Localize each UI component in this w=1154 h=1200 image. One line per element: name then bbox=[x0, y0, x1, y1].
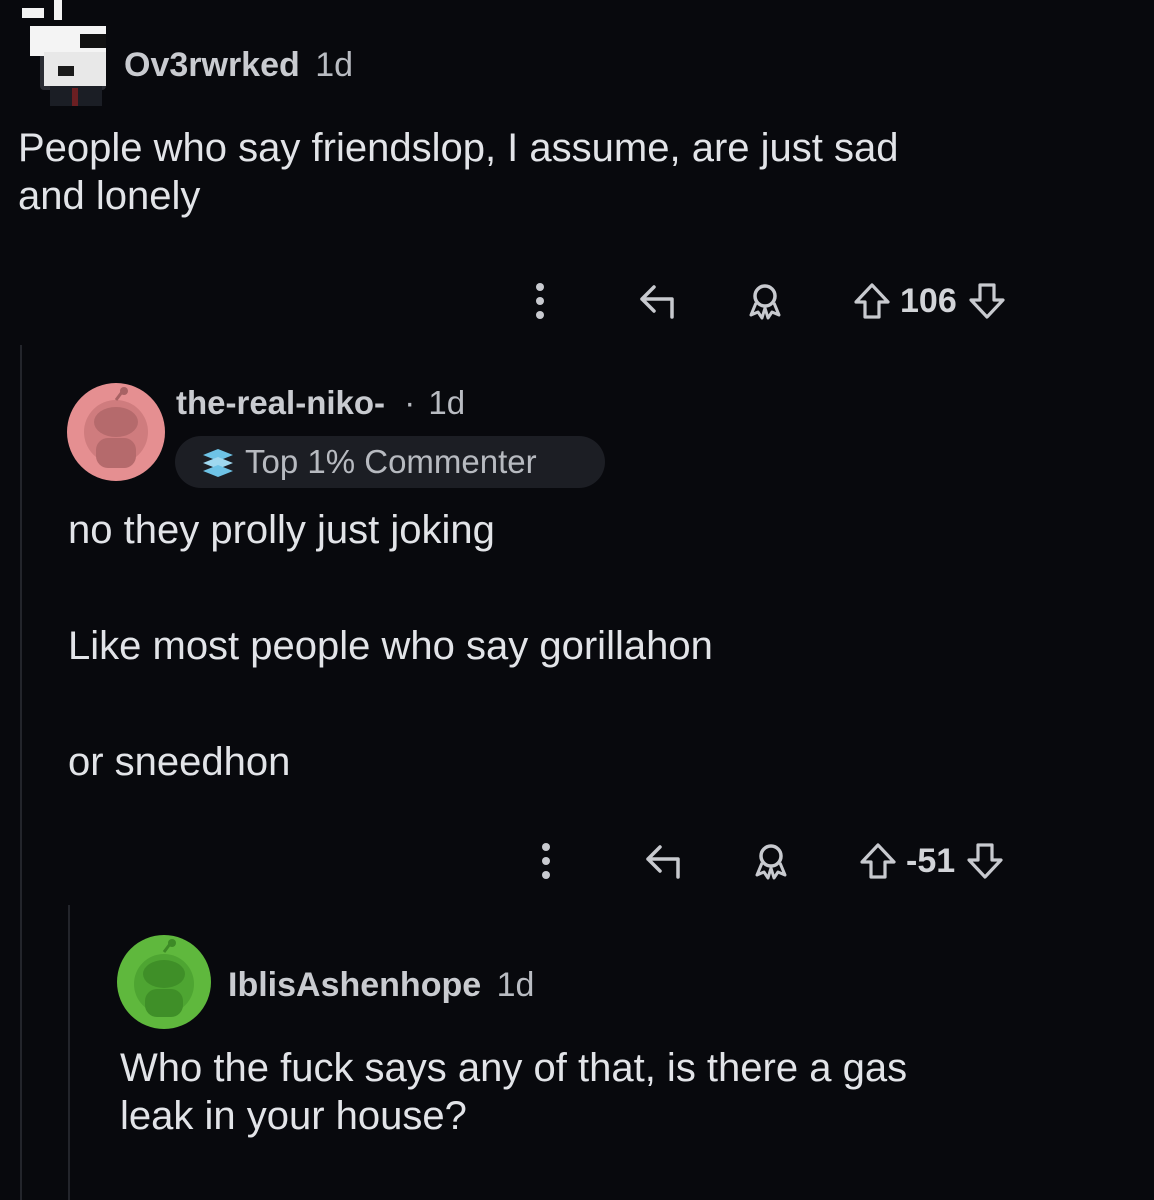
downvote-button[interactable] bbox=[963, 841, 1007, 881]
comment-body: Who the fuck says any of that, is there … bbox=[120, 1044, 1120, 1140]
username[interactable]: Ov3rwrked bbox=[124, 46, 300, 84]
more-vertical-icon bbox=[536, 283, 544, 319]
more-vertical-icon bbox=[542, 843, 550, 879]
comment-line: no they prolly just joking bbox=[68, 508, 495, 552]
award-icon bbox=[749, 284, 781, 320]
downvote-button[interactable] bbox=[965, 281, 1009, 321]
downvote-arrow-icon bbox=[967, 843, 1003, 879]
thread-line bbox=[20, 345, 22, 1200]
comment-body: no they prolly just joking Like most peo… bbox=[68, 506, 1118, 786]
commenter-badge-icon bbox=[203, 449, 233, 477]
avatar[interactable] bbox=[116, 934, 212, 1035]
award-button[interactable] bbox=[746, 841, 796, 881]
comment-header: the-real-niko- · 1d bbox=[176, 384, 465, 422]
comment-line: or sneedhon bbox=[68, 740, 291, 784]
reply-button[interactable] bbox=[636, 843, 696, 879]
upvote-arrow-icon bbox=[860, 843, 896, 879]
more-options-button[interactable] bbox=[526, 841, 566, 881]
more-options-button[interactable] bbox=[520, 281, 560, 321]
comment-line: Like most people who say gorillahon bbox=[68, 624, 713, 668]
comment-line: leak in your house? bbox=[120, 1094, 467, 1138]
username[interactable]: the-real-niko- bbox=[176, 384, 385, 421]
timestamp: 1d bbox=[315, 46, 354, 84]
timestamp: 1d bbox=[496, 966, 535, 1004]
award-button[interactable] bbox=[740, 281, 790, 321]
comment-body: People who say friendslop, I assume, are… bbox=[18, 124, 1118, 220]
award-icon bbox=[755, 844, 787, 880]
score: -51 bbox=[906, 841, 956, 880]
reply-icon bbox=[640, 285, 674, 319]
comment-header: IblisAshenhope 1d bbox=[228, 966, 534, 1005]
reply-button[interactable] bbox=[630, 283, 690, 319]
comment-actions: 106 bbox=[520, 276, 1009, 326]
comment-line: Who the fuck says any of that, is there … bbox=[120, 1046, 908, 1090]
username[interactable]: IblisAshenhope bbox=[228, 966, 481, 1004]
comment-header: Ov3rwrked 1d bbox=[124, 46, 353, 85]
comment-line: and lonely bbox=[18, 174, 201, 218]
downvote-arrow-icon bbox=[969, 283, 1005, 319]
upvote-arrow-icon bbox=[854, 283, 890, 319]
upvote-button[interactable] bbox=[850, 281, 894, 321]
score: 106 bbox=[900, 281, 957, 320]
timestamp: 1d bbox=[428, 384, 466, 421]
thread-line bbox=[68, 905, 70, 1200]
reply-icon bbox=[646, 845, 680, 879]
comment-line: People who say friendslop, I assume, are… bbox=[18, 126, 899, 170]
separator: · bbox=[404, 384, 416, 421]
comment-actions: -51 bbox=[526, 836, 1007, 886]
commenter-badge: Top 1% Commenter bbox=[175, 436, 605, 488]
badge-label: Top 1% Commenter bbox=[245, 443, 537, 480]
avatar[interactable] bbox=[66, 382, 166, 487]
upvote-button[interactable] bbox=[856, 841, 900, 881]
avatar[interactable] bbox=[22, 0, 112, 106]
